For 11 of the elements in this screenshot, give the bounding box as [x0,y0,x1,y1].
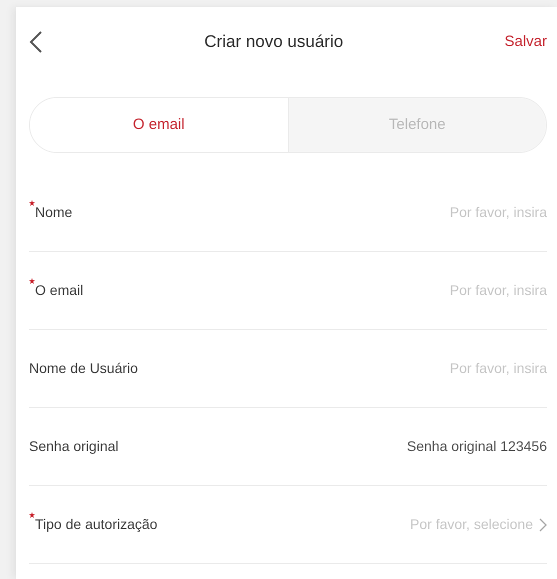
page-title: Criar novo usuário [204,31,344,54]
field-label: Senha original [29,437,119,456]
chevron-right-icon [539,518,547,532]
field-label: Nome [29,202,72,223]
field-label: Tipo de autorização [29,514,158,535]
field-value: Senha original 123456 [406,437,547,456]
field-label: Nome de Usuário [29,359,138,378]
field-label: O email [29,280,84,301]
back-button[interactable] [29,30,43,54]
save-button[interactable]: Salvar [504,30,547,54]
tab[interactable]: O email [30,98,288,152]
